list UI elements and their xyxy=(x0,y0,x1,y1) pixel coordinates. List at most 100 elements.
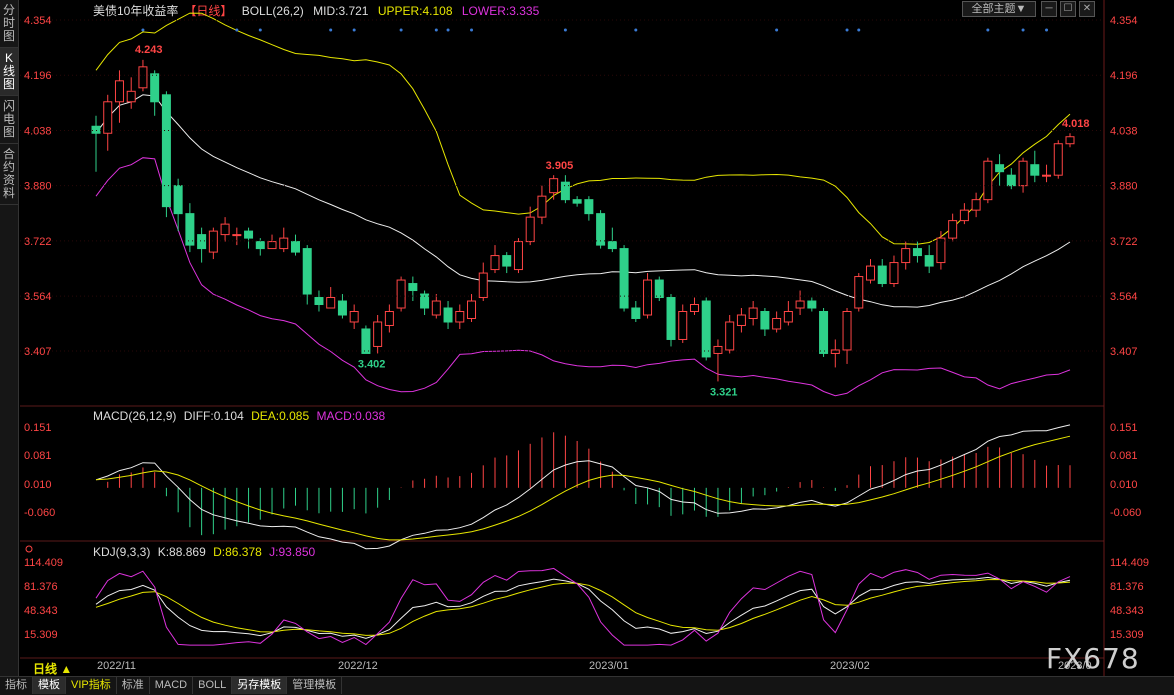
candle-body xyxy=(854,276,864,309)
candle-body xyxy=(103,101,113,134)
macd-tick-right: 0.151 xyxy=(1110,422,1138,434)
kline-chart[interactable]: 0.151 0.151 0.081 0.081 0.010 0.010 -0.060 -0.0… xyxy=(0,0,1174,676)
kdj-d-line xyxy=(95,578,1071,636)
tab-save-template[interactable]: 另存模板 xyxy=(232,677,288,694)
candle-body xyxy=(584,199,594,215)
candle-body xyxy=(666,297,676,340)
tab-boll[interactable]: BOLL xyxy=(193,677,233,694)
kdj-tick-left: 15.309 xyxy=(24,629,58,641)
signal-dot xyxy=(446,28,450,32)
candle-body xyxy=(1042,174,1052,177)
candle-body xyxy=(607,241,617,250)
price-tick-right: 4.196 xyxy=(1110,70,1138,82)
candle-body xyxy=(701,300,711,358)
candle-body xyxy=(936,237,946,264)
candle-body xyxy=(537,195,547,218)
candle-body xyxy=(1006,174,1016,187)
candle-body xyxy=(654,279,664,299)
macd-tick-right: -0.060 xyxy=(1110,507,1141,519)
macd-tick-left: -0.060 xyxy=(24,507,55,519)
signal-dot xyxy=(470,28,474,32)
candle-body xyxy=(1065,136,1075,145)
candle-body xyxy=(819,311,829,354)
signal-dot xyxy=(563,28,567,32)
macd-dea-line xyxy=(95,435,1071,541)
candle-body xyxy=(912,248,922,257)
candle-body xyxy=(290,241,300,253)
macd-tick-left: 0.151 xyxy=(24,422,52,434)
signal-dot xyxy=(1021,28,1025,32)
candle-body xyxy=(267,241,277,250)
macd-tick-right: 0.081 xyxy=(1110,450,1138,462)
signal-dot xyxy=(235,28,239,32)
date-label-1: 2022/11 xyxy=(97,660,136,672)
tab-manage-template[interactable]: 管理模板 xyxy=(287,677,343,694)
candle-body xyxy=(1030,164,1040,176)
candle-body xyxy=(396,279,406,309)
tab-template[interactable]: 模板 xyxy=(33,677,66,694)
candle-body xyxy=(513,241,523,271)
tab-macd[interactable]: MACD xyxy=(150,677,194,694)
price-tick-right: 3.407 xyxy=(1110,346,1138,358)
fx678-logo: FX678 xyxy=(1046,642,1140,675)
candle-body xyxy=(173,185,183,215)
candle-body xyxy=(431,300,441,316)
signal-dot xyxy=(258,28,262,32)
price-tick-left: 4.038 xyxy=(24,125,52,137)
candle-body xyxy=(490,255,500,271)
signal-dot xyxy=(775,28,779,32)
candle-body xyxy=(772,317,782,330)
candle-body xyxy=(525,216,535,243)
tab-standard[interactable]: 标准 xyxy=(117,677,150,694)
signal-dot xyxy=(352,28,356,32)
macd-diff-line xyxy=(95,424,1071,550)
period-tag[interactable]: 日线 ▲ xyxy=(33,660,72,677)
candle-body xyxy=(689,304,699,313)
price-tick-right: 4.354 xyxy=(1110,15,1138,27)
candle-body xyxy=(725,321,735,351)
candle-body xyxy=(748,307,758,319)
bottom-toolbar: 指标 模板 VIP指标 标准 MACD BOLL 另存模板 管理模板 xyxy=(0,676,1174,695)
signal-dot xyxy=(399,28,403,32)
tab-indicator[interactable]: 指标 xyxy=(0,677,33,694)
candle-body xyxy=(138,66,148,89)
tab-vip-indicator[interactable]: VIP指标 xyxy=(66,677,117,694)
price-tick-left: 4.196 xyxy=(24,70,52,82)
price-tick-right: 3.722 xyxy=(1110,236,1138,248)
macd-tick-right: 0.010 xyxy=(1110,479,1138,491)
candle-body xyxy=(467,300,477,319)
candle-body xyxy=(842,311,852,351)
kdj-tick-right: 15.309 xyxy=(1110,629,1144,641)
signal-dot xyxy=(434,28,438,32)
candle-body xyxy=(337,300,347,316)
candle-body xyxy=(502,255,512,267)
candle-body xyxy=(830,349,840,354)
kdj-tick-right: 114.409 xyxy=(1110,557,1149,569)
candle-body xyxy=(279,237,289,250)
candle-body xyxy=(948,220,958,239)
signal-dot xyxy=(1045,28,1049,32)
candle-body xyxy=(1018,160,1028,187)
kdj-k-line xyxy=(95,576,1071,639)
signal-dot xyxy=(845,28,849,32)
candle-body xyxy=(408,283,418,292)
kdj-tick-left: 81.376 xyxy=(24,581,58,593)
candle-body xyxy=(807,300,817,309)
candle-body xyxy=(736,314,746,326)
candle-body xyxy=(678,311,688,340)
candle-body xyxy=(995,164,1005,173)
price-tick-left: 3.880 xyxy=(24,181,52,193)
candle-body xyxy=(373,321,383,347)
candle-body xyxy=(795,300,805,309)
signal-dot xyxy=(857,28,861,32)
candle-body xyxy=(384,311,394,326)
candle-body xyxy=(255,241,265,250)
price-annotation: 3.402 xyxy=(358,358,386,370)
candle-body xyxy=(643,279,653,316)
candle-body xyxy=(455,311,465,323)
candle-body xyxy=(596,213,606,246)
price-tick-left: 3.722 xyxy=(24,236,52,248)
price-tick-right: 3.880 xyxy=(1110,181,1138,193)
candle-body xyxy=(161,94,171,208)
boll-lower-line xyxy=(95,157,1071,397)
